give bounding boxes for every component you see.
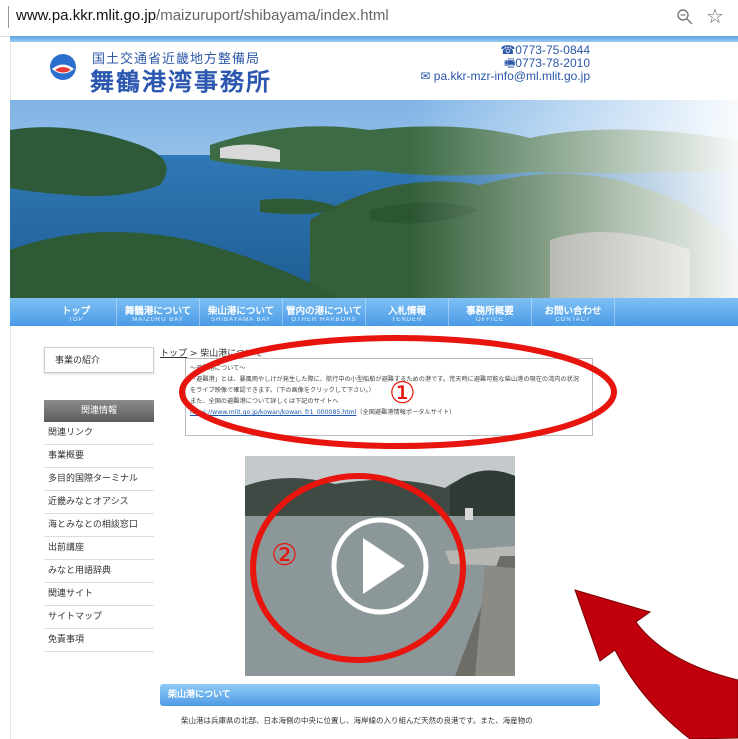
nav-tender[interactable]: 入札情報 TENDER (366, 298, 449, 326)
related-links-list: 関連リンク 事業概要 多目的国際ターミナル 近畿みなとオアシス 海とみなとの相談… (44, 422, 154, 652)
section-body-text: 柴山港は兵庫県の北部、日本海側の中央に位置し、海岸線の入り組んだ天然の良港です。… (181, 716, 533, 725)
nav-contact[interactable]: お問い合わせ CONTACT (532, 298, 615, 326)
sidebar-item-oasis[interactable]: 近畿みなとオアシス (44, 491, 154, 514)
sidebar-item-lecture[interactable]: 出前講座 (44, 537, 154, 560)
nav-shibayama[interactable]: 柴山港について SHIBAYAMA BAY (200, 298, 283, 326)
sidebar-item-overview[interactable]: 事業概要 (44, 445, 154, 468)
office-name-logo[interactable]: 舞鶴港湾事務所 (90, 62, 272, 97)
bookmark-star-icon[interactable]: ☆ (706, 4, 724, 28)
sidebar-item-sitemap[interactable]: サイトマップ (44, 606, 154, 629)
sidebar-item-disclaimer[interactable]: 免責事項 (44, 629, 154, 652)
refuge-port-portal-link[interactable]: https://www.mlit.go.jp/kowan/kowan_fr1_0… (190, 409, 356, 416)
address-bar-divider (8, 6, 9, 28)
hero-bay-photo (10, 100, 738, 298)
sidebar-item-consult[interactable]: 海とみなとの相談窓口 (44, 514, 154, 537)
annotation-marker-1: ① (389, 376, 416, 411)
breadcrumb-home-link[interactable]: トップ (160, 349, 187, 359)
email-address[interactable]: ✉ pa.kkr-mzr-info@ml.mlit.go.jp (420, 70, 590, 83)
contact-block: ☎0773-75-0844 🖷0773-78-2010 ✉ pa.kkr-mzr… (420, 44, 590, 83)
sidebar-item-links[interactable]: 関連リンク (44, 422, 154, 445)
sidebar-item-terminal[interactable]: 多目的国際ターミナル (44, 468, 154, 491)
sidebar-item-glossary[interactable]: みなと用語辞典 (44, 560, 154, 583)
bay-landscape-image (10, 100, 738, 298)
header-top-stripe (10, 36, 738, 42)
annotation-marker-2: ② (271, 538, 298, 573)
nav-office[interactable]: 事務所概要 OFFICE (449, 298, 532, 326)
browser-address-bar[interactable]: www.pa.kkr.mlit.go.jp/maizuruport/shibay… (0, 0, 738, 37)
nav-other-harbors[interactable]: 管内の港について OTHER HARBORS (283, 298, 366, 326)
section-heading-shibayama: 柴山港について (160, 684, 600, 706)
mail-icon: ✉ (420, 69, 434, 83)
mlit-logo-icon (50, 54, 76, 80)
address-url[interactable]: www.pa.kkr.mlit.go.jp/maizuruport/shibay… (16, 7, 389, 24)
nav-top[interactable]: トップ TOP (36, 298, 117, 326)
sidebar-item-related-sites[interactable]: 関連サイト (44, 583, 154, 606)
zoom-icon[interactable] (676, 8, 694, 26)
related-info-heading: 関連情報 (44, 400, 154, 422)
sidebar-intro-button[interactable]: 事業の紹介 (44, 347, 154, 373)
nav-maizuru[interactable]: 舞鶴港について MAIZURU BAY (117, 298, 200, 326)
